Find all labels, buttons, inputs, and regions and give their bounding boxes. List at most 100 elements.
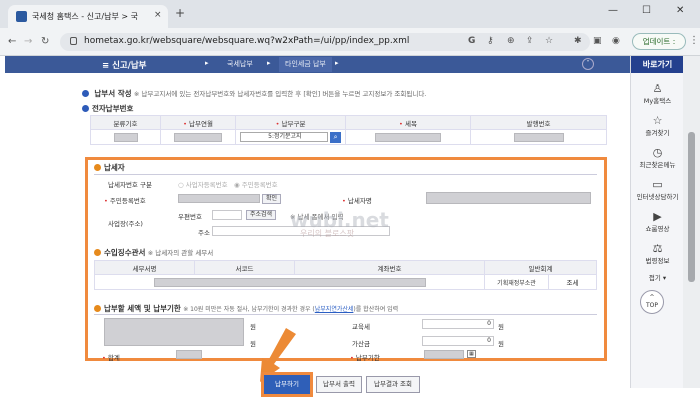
key-icon[interactable]: ⚷ bbox=[487, 36, 494, 46]
back-icon[interactable]: ← bbox=[8, 36, 16, 47]
header-text: 납부구분 bbox=[281, 119, 306, 128]
label-text: 주민등록번호 bbox=[109, 197, 146, 205]
result-button[interactable]: 납부결과 조회 bbox=[366, 376, 420, 393]
confirm-button[interactable]: 확인 bbox=[262, 194, 282, 204]
collection-title: 수입징수관서 bbox=[104, 248, 146, 257]
payment-number-table: 분류기호 • 납부연월 • 납부구분 • 세목 발행번호 5:정기분고지 ⌕ bbox=[90, 115, 607, 145]
taxpayer-title-row: 납세자 bbox=[94, 162, 125, 173]
calendar-icon[interactable]: ▦ bbox=[467, 350, 476, 358]
notice-title: 납부서 작성 bbox=[94, 89, 132, 98]
url-text: hometax.go.kr/websquare/websquare.wq?w2x… bbox=[84, 36, 410, 46]
update-button[interactable]: 업데이트 : bbox=[632, 33, 686, 50]
sidebar-item-video[interactable]: ▶ 쇼룸영상 bbox=[631, 210, 684, 233]
tax-amount-input[interactable] bbox=[104, 318, 244, 346]
address-search-button[interactable]: 주소검색 bbox=[246, 210, 277, 220]
education-tax-input[interactable]: 0 bbox=[422, 319, 494, 329]
postcode-label: 우편번호 bbox=[178, 213, 202, 221]
notice-text: ※ 납부고지서에 있는 전자납부번호와 납세자번호를 입력한 후 [확인] 버튼… bbox=[133, 90, 427, 98]
extensions-icon[interactable]: ✱ bbox=[574, 36, 582, 46]
video-icon: ▶ bbox=[653, 210, 662, 223]
sidebar-item-law[interactable]: ⚖ 법령정보 bbox=[631, 242, 684, 265]
taxpayer-title: 납세자 bbox=[104, 163, 125, 172]
sidebar-item-favorites[interactable]: ☆ 즐겨찾기 bbox=[631, 114, 684, 137]
amount-form: 원 원 교육세 0 원 가산금 0 원 • 합계 • 납부기한 ▦ bbox=[94, 314, 597, 362]
page-scrollbar[interactable] bbox=[683, 56, 700, 388]
pay-button[interactable]: 납부하기 bbox=[261, 372, 313, 397]
minimize-icon[interactable]: — bbox=[608, 5, 618, 16]
resident-number-label: • 주민등록번호 bbox=[104, 197, 146, 205]
sidebar-item-recent[interactable]: ◷ 최근찾은메뉴 bbox=[631, 146, 684, 169]
search-icon[interactable]: ⌕ bbox=[330, 131, 342, 143]
won-label: 원 bbox=[498, 323, 504, 331]
header-payment-month: • 납부연월 bbox=[160, 115, 236, 130]
menu-signup-pay[interactable]: ≡ 신고/납부 bbox=[102, 59, 146, 71]
address-sub-label: 주소 bbox=[198, 229, 210, 237]
scroll-top-button[interactable]: ^ TOP bbox=[640, 290, 664, 314]
sidebar-item-myhometax[interactable]: ♙ My홈택스 bbox=[631, 82, 684, 105]
account-value: 기획재정부소관 bbox=[484, 274, 549, 290]
new-tab-icon[interactable]: + bbox=[175, 6, 185, 20]
postcode-input[interactable] bbox=[212, 210, 242, 220]
payment-month-input[interactable] bbox=[174, 132, 222, 142]
id-type-business[interactable]: ○ 사업자등록번호 bbox=[178, 179, 228, 189]
header-general-account: 일반회계 bbox=[484, 260, 597, 275]
label-text: 납세자명 bbox=[347, 197, 372, 205]
due-date-input[interactable] bbox=[424, 350, 464, 359]
address-bar-row: ← → ↻ hometax.go.kr/websquare/websquare.… bbox=[0, 28, 700, 56]
window-close-icon[interactable]: ✕ bbox=[676, 5, 684, 16]
browser-tab[interactable]: 국세청 홈택스 - 신고/납부 > 국 × bbox=[8, 5, 168, 28]
cell-issue-number bbox=[470, 129, 607, 145]
cell-payment-type: 5:정기분고지 ⌕ bbox=[235, 129, 346, 145]
sidebar-item-consult[interactable]: ▭ 인터넷상담하기 bbox=[631, 178, 684, 201]
header-account-number: 계좌번호 bbox=[294, 260, 485, 275]
top-label: TOP bbox=[645, 302, 658, 309]
section-bullet-icon bbox=[82, 90, 89, 97]
site-nav-bar: ≡ 신고/납부 ▸ 국세납부 ▸ 타인세금 납부 ▸ ˅ bbox=[5, 56, 630, 73]
taxpayer-name-input[interactable] bbox=[426, 192, 591, 204]
amount-note-end: )를 합산하여 입력 bbox=[353, 306, 399, 313]
scrollbar-thumb[interactable] bbox=[688, 132, 695, 282]
forward-icon[interactable]: → bbox=[24, 36, 32, 47]
print-button[interactable]: 납부서 출력 bbox=[316, 376, 362, 393]
sidebar-item-label: 최근찾은메뉴 bbox=[639, 161, 676, 169]
label-text: 납부기한 bbox=[355, 354, 380, 362]
cell-class-code bbox=[90, 129, 161, 145]
reload-icon[interactable]: ↻ bbox=[41, 36, 49, 47]
zoom-icon[interactable]: ⊕ bbox=[507, 36, 515, 46]
tax-item-input[interactable] bbox=[375, 132, 441, 142]
header-class-code: 분류기호 bbox=[90, 115, 161, 130]
tab-close-icon[interactable]: × bbox=[154, 10, 162, 20]
lock-icon bbox=[70, 37, 77, 45]
header-text: 납부연월 bbox=[189, 119, 213, 128]
profile-icon[interactable]: ◉ bbox=[612, 36, 620, 46]
due-date-label: • 납부기한 bbox=[350, 354, 380, 362]
option-text: 주민등록번호 bbox=[241, 181, 278, 189]
header-tax-item: • 세목 bbox=[345, 115, 471, 130]
cell-tax-item bbox=[345, 129, 471, 145]
breadcrumb-tax-payment[interactable]: 국세납부 bbox=[227, 57, 253, 72]
more-menu-icon[interactable]: ⋮ bbox=[689, 35, 699, 46]
collection-table: 세무서명 서코드 계좌번호 일반회계 기획재정부소관 조세 bbox=[94, 260, 597, 290]
side-panel-icon[interactable]: ▣ bbox=[593, 36, 602, 46]
class-code-input[interactable] bbox=[113, 132, 138, 142]
expand-chevron-icon[interactable]: ˅ bbox=[582, 58, 594, 70]
maximize-icon[interactable]: ☐ bbox=[642, 5, 651, 16]
address-label: 사업장(주소) bbox=[108, 220, 143, 228]
tax-label: 조세 bbox=[548, 274, 597, 290]
hometax-favicon-icon bbox=[16, 11, 27, 22]
bookmark-star-icon[interactable]: ☆ bbox=[545, 36, 553, 46]
issue-number-input[interactable] bbox=[513, 132, 564, 142]
id-type-resident[interactable]: ◉ 주민등록번호 bbox=[234, 179, 278, 189]
google-icon[interactable]: G bbox=[468, 36, 475, 46]
payment-number-title-row: 전자납부번호 bbox=[82, 103, 133, 114]
late-fee-link[interactable]: 납부지연가산세 bbox=[315, 306, 354, 313]
browser-tab-bar: 국세청 홈택스 - 신고/납부 > 국 × + — ☐ ✕ bbox=[0, 0, 700, 28]
sidebar-fold-toggle[interactable]: 접기 ▾ bbox=[631, 272, 684, 282]
payment-type-select[interactable]: 5:정기분고지 bbox=[239, 132, 328, 142]
share-icon[interactable]: ⇪ bbox=[526, 36, 534, 46]
breadcrumb-other-tax[interactable]: 타인세금 납부 bbox=[279, 57, 332, 72]
resident-number-input[interactable] bbox=[178, 194, 260, 203]
penalty-input[interactable]: 0 bbox=[422, 336, 494, 346]
office-info-input[interactable] bbox=[153, 277, 426, 287]
total-input[interactable] bbox=[176, 350, 202, 359]
